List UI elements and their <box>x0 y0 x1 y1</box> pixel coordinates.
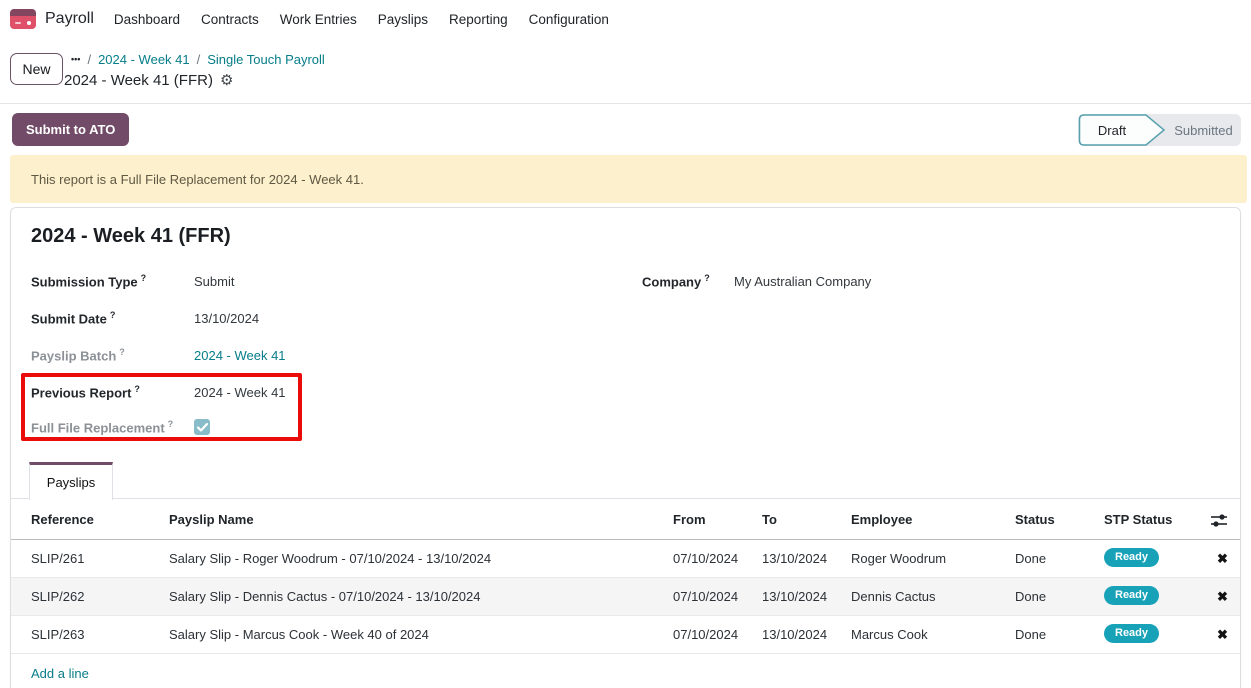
payroll-app-icon[interactable] <box>10 9 36 29</box>
add-a-line-link[interactable]: Add a line <box>31 666 89 681</box>
form-sheet: 2024 - Week 41 (FFR) Submission Type? Su… <box>10 207 1241 688</box>
stp-status-badge: Ready <box>1104 586 1159 605</box>
cell-status: Done <box>1015 627 1046 642</box>
field-row-previous-report: Previous Report? 2024 - Week 41 <box>31 382 286 402</box>
col-header-status[interactable]: Status <box>1015 512 1055 527</box>
cell-payslip-name: Salary Slip - Dennis Cactus - 07/10/2024… <box>169 589 480 604</box>
statusbar-state-submitted[interactable]: Submitted <box>1166 114 1241 146</box>
breadcrumb-stp-link[interactable]: Single Touch Payroll <box>207 52 325 67</box>
record-name: 2024 - Week 41 (FFR) <box>64 72 213 89</box>
breadcrumb-batch-link[interactable]: 2024 - Week 41 <box>98 52 190 67</box>
add-line-row: Add a line <box>11 655 1240 688</box>
col-header-employee[interactable]: Employee <box>851 512 912 527</box>
cell-to: 13/10/2024 <box>762 627 827 642</box>
field-value-company[interactable]: My Australian Company <box>734 274 871 289</box>
field-value-previous-report[interactable]: 2024 - Week 41 <box>194 385 286 400</box>
statusbar: Draft Submitted <box>1078 114 1241 146</box>
help-icon[interactable]: ? <box>119 347 125 357</box>
cell-reference: SLIP/262 <box>31 589 85 604</box>
cell-employee: Marcus Cook <box>851 627 928 642</box>
cell-payslip-name: Salary Slip - Marcus Cook - Week 40 of 2… <box>169 627 429 642</box>
payroll-app-window: Payroll Dashboard Contracts Work Entries… <box>0 0 1251 688</box>
tab-payslips[interactable]: Payslips <box>29 462 113 500</box>
menu-configuration[interactable]: Configuration <box>529 12 609 27</box>
help-icon[interactable]: ? <box>110 310 116 320</box>
page-title: 2024 - Week 41 (FFR) <box>31 225 231 248</box>
table-header: Reference Payslip Name From To Employee … <box>11 499 1240 540</box>
field-value-submission-type[interactable]: Submit <box>194 274 234 289</box>
cell-status: Done <box>1015 589 1046 604</box>
col-header-payslip-name[interactable]: Payslip Name <box>169 512 254 527</box>
menu-contracts[interactable]: Contracts <box>201 12 259 27</box>
cell-reference: SLIP/261 <box>31 551 85 566</box>
cell-reference: SLIP/263 <box>31 627 85 642</box>
cell-payslip-name: Salary Slip - Roger Woodrum - 07/10/2024… <box>169 551 491 566</box>
col-header-reference[interactable]: Reference <box>31 512 94 527</box>
menu-payslips[interactable]: Payslips <box>378 12 428 27</box>
ffr-alert-text: This report is a Full File Replacement f… <box>31 172 364 187</box>
cell-employee: Roger Woodrum <box>851 551 946 566</box>
ffr-alert-banner: This report is a Full File Replacement f… <box>10 155 1247 203</box>
help-icon[interactable]: ? <box>704 273 710 283</box>
field-row-company: Company? My Australian Company <box>642 271 871 291</box>
cell-to: 13/10/2024 <box>762 589 827 604</box>
menu-reporting[interactable]: Reporting <box>449 12 508 27</box>
breadcrumb-separator: / <box>197 52 201 67</box>
main-menu: Dashboard Contracts Work Entries Payslip… <box>114 12 609 27</box>
table-row[interactable]: SLIP/262 Salary Slip - Dennis Cactus - 0… <box>11 578 1240 616</box>
optional-columns-icon[interactable] <box>1209 512 1229 532</box>
new-button[interactable]: New <box>10 53 63 85</box>
breadcrumb: ••• / 2024 - Week 41 / Single Touch Payr… <box>71 51 325 67</box>
stp-status-badge: Ready <box>1104 624 1159 643</box>
field-row-full-file-replacement: Full File Replacement? <box>31 417 210 437</box>
breadcrumb-ellipsis-icon[interactable]: ••• <box>71 54 80 64</box>
cell-from: 07/10/2024 <box>673 589 738 604</box>
menu-work-entries[interactable]: Work Entries <box>280 12 357 27</box>
app-name[interactable]: Payroll <box>45 10 94 28</box>
field-value-payslip-batch[interactable]: 2024 - Week 41 <box>194 348 286 363</box>
help-icon[interactable]: ? <box>168 419 174 429</box>
col-header-from[interactable]: From <box>673 512 706 527</box>
cell-from: 07/10/2024 <box>673 551 738 566</box>
submit-to-ato-button[interactable]: Submit to ATO <box>12 113 129 146</box>
delete-row-icon[interactable]: ✖ <box>1217 589 1228 605</box>
breadcrumb-current: 2024 - Week 41 (FFR) ⚙ <box>64 70 233 90</box>
field-label-full-file-replacement: Full File Replacement? <box>31 419 194 435</box>
statusbar-draft-label: Draft <box>1078 114 1146 146</box>
cell-from: 07/10/2024 <box>673 627 738 642</box>
help-icon[interactable]: ? <box>134 384 140 394</box>
stp-status-badge: Ready <box>1104 548 1159 567</box>
help-icon[interactable]: ? <box>141 273 147 283</box>
field-row-submit-date: Submit Date? 13/10/2024 <box>31 308 259 328</box>
field-label-submit-date: Submit Date? <box>31 310 194 326</box>
field-row-payslip-batch: Payslip Batch? 2024 - Week 41 <box>31 345 286 365</box>
field-label-company: Company? <box>642 273 734 289</box>
cell-employee: Dennis Cactus <box>851 589 936 604</box>
statusbar-state-draft[interactable]: Draft <box>1078 114 1166 146</box>
top-navbar: Payroll Dashboard Contracts Work Entries… <box>0 0 1251 38</box>
cell-to: 13/10/2024 <box>762 551 827 566</box>
delete-row-icon[interactable]: ✖ <box>1217 627 1228 643</box>
col-header-stp-status[interactable]: STP Status <box>1104 512 1172 527</box>
field-label-payslip-batch: Payslip Batch? <box>31 347 194 363</box>
field-label-submission-type: Submission Type? <box>31 273 194 289</box>
panel-divider <box>0 103 1251 104</box>
field-label-previous-report: Previous Report? <box>31 384 194 400</box>
field-value-submit-date[interactable]: 13/10/2024 <box>194 311 259 326</box>
table-row[interactable]: SLIP/263 Salary Slip - Marcus Cook - Wee… <box>11 616 1240 654</box>
table-row[interactable]: SLIP/261 Salary Slip - Roger Woodrum - 0… <box>11 540 1240 578</box>
delete-row-icon[interactable]: ✖ <box>1217 551 1228 567</box>
full-file-replacement-checkbox[interactable] <box>194 419 210 435</box>
breadcrumb-separator: / <box>87 52 91 67</box>
menu-dashboard[interactable]: Dashboard <box>114 12 180 27</box>
cell-status: Done <box>1015 551 1046 566</box>
field-row-submission-type: Submission Type? Submit <box>31 271 234 291</box>
col-header-to[interactable]: To <box>762 512 777 527</box>
gear-icon[interactable]: ⚙ <box>220 73 233 88</box>
